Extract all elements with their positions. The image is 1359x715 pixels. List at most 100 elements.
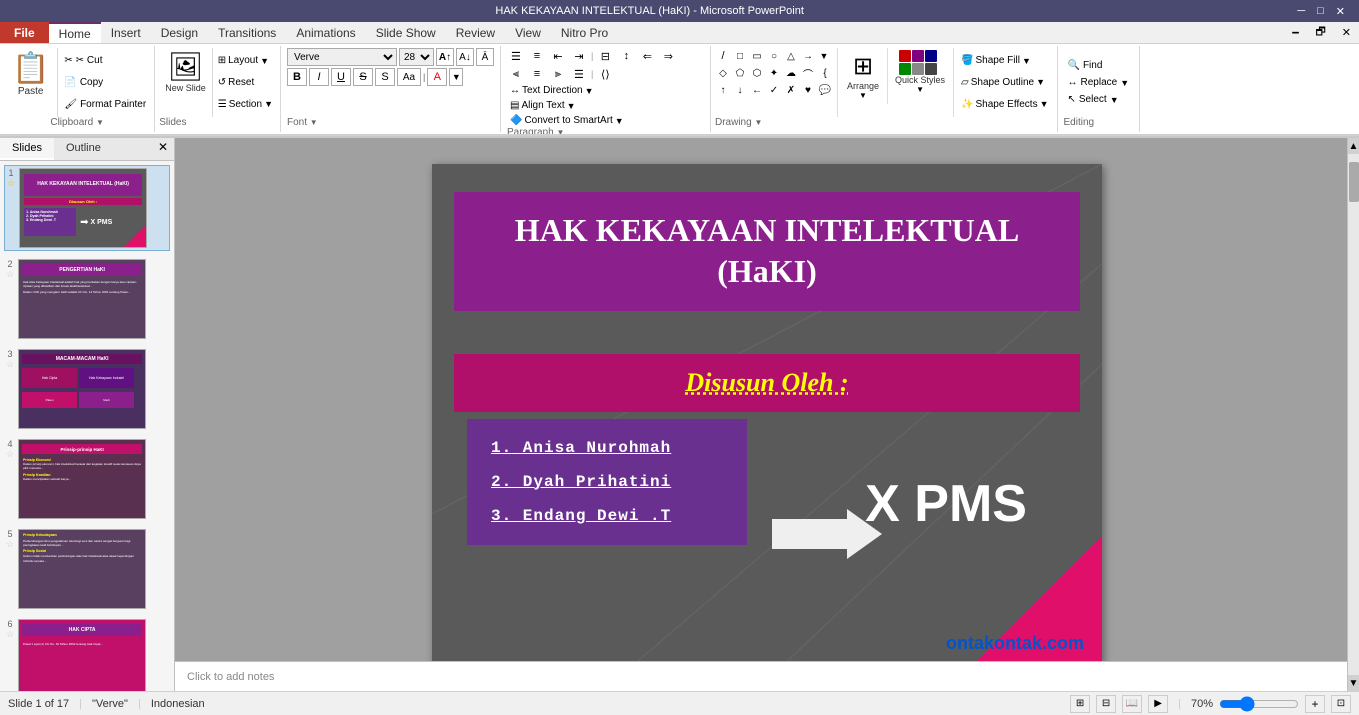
slide-title-box[interactable]: HAK KEKAYAAN INTELEKTUAL (HaKI) <box>454 192 1080 311</box>
file-tab[interactable]: File <box>0 22 49 43</box>
slide-thumb-3[interactable]: MACAM-MACAM HaKI Hak Cipta Hak Kekayaan … <box>18 349 146 429</box>
close-panel-btn[interactable]: ✕ <box>152 138 174 160</box>
insert-tab[interactable]: Insert <box>101 22 151 43</box>
section-button[interactable]: ☰ Section ▼ <box>215 98 276 111</box>
smartart-btn[interactable]: ⟨⟩ <box>596 66 614 82</box>
shape-cloud[interactable]: ☁ <box>783 65 799 81</box>
window-control-max[interactable]: 🗗 <box>1307 22 1333 43</box>
font-size-select[interactable]: 28 <box>399 48 434 66</box>
font-color-dropdown[interactable]: ▼ <box>449 68 463 86</box>
justify-button[interactable]: ☰ <box>570 66 588 82</box>
shape-left-arrow[interactable]: ← <box>749 82 765 98</box>
paste-button[interactable]: 📋 Paste <box>4 48 58 117</box>
zoom-slider[interactable] <box>1219 698 1299 710</box>
italic-button[interactable]: I <box>309 68 329 86</box>
shape-up-arrow[interactable]: ↑ <box>715 82 731 98</box>
home-tab[interactable]: Home <box>49 22 101 43</box>
slide-item[interactable]: 1 ☆ HAK KEKAYAAN INTELEKTUAL (HaKI) Disu… <box>4 165 170 251</box>
scroll-thumb[interactable] <box>1349 162 1359 202</box>
nitro-tab[interactable]: Nitro Pro <box>551 22 618 43</box>
align-left-button[interactable]: ⫷ <box>507 66 525 82</box>
outline-tab[interactable]: Outline <box>54 138 113 160</box>
shape-cross[interactable]: ✗ <box>783 82 799 98</box>
shape-hexagon[interactable]: ⬡ <box>749 65 765 81</box>
slideshow-view-btn[interactable]: ▶ <box>1148 695 1168 713</box>
align-text-button[interactable]: ▤ Align Text ▼ <box>507 99 579 112</box>
column-btn[interactable]: ⊟ <box>596 48 614 64</box>
drawing-expander[interactable]: ▼ <box>754 118 762 127</box>
scroll-up-btn[interactable]: ▲ <box>1348 138 1359 154</box>
left-to-right-button[interactable]: ⇒ <box>659 48 677 64</box>
right-to-left-button[interactable]: ⇐ <box>638 48 656 64</box>
animations-tab[interactable]: Animations <box>286 22 365 43</box>
shape-fill-button[interactable]: 🪣 Shape Fill ▼ <box>957 54 1052 67</box>
slide-thumb-1[interactable]: HAK KEKAYAAN INTELEKTUAL (HaKI) Disusun … <box>19 168 147 248</box>
line-spacing-button[interactable]: ↕ <box>617 48 635 64</box>
window-control-min[interactable]: 🗕 <box>1284 22 1308 43</box>
layout-button[interactable]: ⊞ Layout ▼ <box>215 54 276 67</box>
view-tab[interactable]: View <box>505 22 551 43</box>
slide-item[interactable]: 6 ☆ HAK CIPTA Pasal 1 ayat (1) UU No. 19… <box>4 617 170 691</box>
shape-rounded-rect[interactable]: ▭ <box>749 48 765 64</box>
slide-item[interactable]: 3 ☆ MACAM-MACAM HaKI Hak Cipta Hak Kekay… <box>4 347 170 431</box>
shape-heart[interactable]: ♥ <box>800 82 816 98</box>
replace-button[interactable]: ↔ Replace ▼ <box>1064 75 1134 90</box>
maximize-btn[interactable]: □ <box>1311 5 1330 17</box>
slide-subtitle-box[interactable]: Disusun Oleh : <box>454 354 1080 412</box>
shape-down-arrow[interactable]: ↓ <box>732 82 748 98</box>
shape-rect[interactable]: □ <box>732 48 748 64</box>
shape-pentagon[interactable]: ⬠ <box>732 65 748 81</box>
quick-styles-button[interactable]: Quick Styles ▼ <box>891 48 949 96</box>
slideshow-tab[interactable]: Slide Show <box>366 22 446 43</box>
clear-formatting-button[interactable]: Ā <box>476 48 494 66</box>
align-right-button[interactable]: ⫸ <box>549 66 567 82</box>
increase-indent-button[interactable]: ⇥ <box>570 48 588 64</box>
reset-button[interactable]: ↺ Reset <box>215 76 276 89</box>
shape-dropdown-button[interactable]: ▼ <box>817 48 831 64</box>
underline-button[interactable]: U <box>331 68 351 86</box>
shape-star[interactable]: ✦ <box>766 65 782 81</box>
text-shadow-button[interactable]: S <box>375 68 395 86</box>
font-color-button[interactable]: A <box>427 68 447 86</box>
window-control-close[interactable]: ✕ <box>1334 22 1359 43</box>
slide-item[interactable]: 4 ☆ Prinsip-prinsip HaKI Prinsip Ekonomi… <box>4 437 170 521</box>
numbered-list-button[interactable]: ≡ <box>528 48 546 64</box>
increase-font-size-button[interactable]: A↑ <box>436 48 454 66</box>
paragraph-expander[interactable]: ▼ <box>556 128 564 136</box>
shape-triangle[interactable]: △ <box>783 48 799 64</box>
text-direction-button[interactable]: ↔ Text Direction ▼ <box>507 84 597 97</box>
clipboard-expander[interactable]: ▼ <box>96 118 104 127</box>
slide-names-box[interactable]: 1. Anisa Nurohmah 2. Dyah Prihatini 3. E… <box>467 419 747 545</box>
strikethrough-button[interactable]: S <box>353 68 373 86</box>
copy-button[interactable]: 📄 Copy <box>60 76 150 89</box>
notes-area[interactable]: Click to add notes <box>175 661 1347 691</box>
shape-effects-button[interactable]: ✨ Shape Effects ▼ <box>957 98 1052 111</box>
minimize-btn[interactable]: ─ <box>1291 5 1311 17</box>
shape-callout[interactable]: 💬 <box>817 82 833 98</box>
shape-checkmark[interactable]: ✓ <box>766 82 782 98</box>
convert-smartart-button[interactable]: 🔷 Convert to SmartArt ▼ <box>507 114 627 127</box>
slide-thumb-5[interactable]: Prinsip Kebudayaan Perkembangan ilmu pen… <box>18 529 146 609</box>
cut-button[interactable]: ✂ ✂ Cut <box>60 54 150 67</box>
shape-diamond[interactable]: ◇ <box>715 65 731 81</box>
slidesorter-view-btn[interactable]: ⊟ <box>1096 695 1116 713</box>
fit-slide-btn[interactable]: ⊡ <box>1331 695 1351 713</box>
reading-view-btn[interactable]: 📖 <box>1122 695 1142 713</box>
normal-view-btn[interactable]: ⊞ <box>1070 695 1090 713</box>
font-expander[interactable]: ▼ <box>310 118 318 127</box>
select-button[interactable]: ↖ Select ▼ <box>1064 92 1134 107</box>
format-painter-button[interactable]: 🖌 Format Painter <box>60 98 150 111</box>
bold-button[interactable]: B <box>287 68 307 86</box>
slide-thumb-6[interactable]: HAK CIPTA Pasal 1 ayat (1) UU No. 19 Tah… <box>18 619 146 691</box>
close-btn[interactable]: ✕ <box>1330 5 1351 18</box>
slide-item[interactable]: 2 ☆ PENGERTIAN HaKI Hak Atas Kekayaan In… <box>4 257 170 341</box>
slides-tab[interactable]: Slides <box>0 138 54 160</box>
shape-right-arrow[interactable]: → <box>800 48 816 64</box>
arrange-button[interactable]: ⊞ Arrange ▼ <box>841 48 888 104</box>
zoom-in-btn[interactable]: + <box>1305 695 1325 713</box>
bullet-list-button[interactable]: ☰ <box>507 48 525 64</box>
slide-canvas[interactable]: HAK KEKAYAAN INTELEKTUAL (HaKI) Disusun … <box>432 164 1102 666</box>
slide-thumb-4[interactable]: Prinsip-prinsip HaKI Prinsip Ekonomi Dal… <box>18 439 146 519</box>
slide-item[interactable]: 5 ☆ Prinsip Kebudayaan Perkembangan ilmu… <box>4 527 170 611</box>
scroll-down-btn[interactable]: ▼ <box>1348 675 1359 691</box>
